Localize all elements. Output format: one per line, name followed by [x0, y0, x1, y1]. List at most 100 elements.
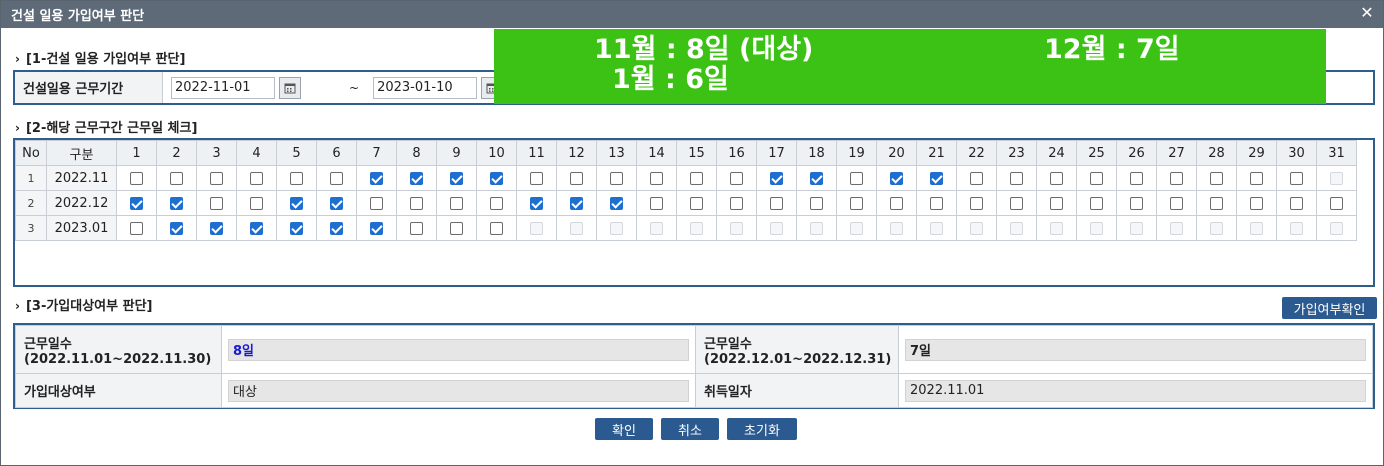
col-header-ym: 구분: [46, 140, 117, 166]
day-checkbox[interactable]: [1010, 196, 1023, 210]
day-checkbox[interactable]: [450, 171, 463, 185]
day-cell: [556, 215, 597, 241]
day-checkbox[interactable]: [770, 171, 783, 185]
day-checkbox[interactable]: [1050, 171, 1063, 185]
acquisition-date-cell: 2022.11.01: [898, 373, 1373, 408]
day-checkbox[interactable]: [330, 196, 343, 210]
days-nov-label-title: 근무일수: [24, 336, 72, 352]
day-checkbox[interactable]: [650, 171, 663, 185]
banner-december: 12월 : 7일: [1044, 34, 1180, 65]
day-checkbox[interactable]: [850, 171, 863, 185]
col-header-day: 2: [156, 140, 197, 166]
day-checkbox[interactable]: [330, 171, 343, 185]
day-checkbox: [930, 221, 943, 235]
day-checkbox[interactable]: [490, 196, 503, 210]
day-cell: [636, 215, 677, 241]
day-checkbox[interactable]: [1170, 196, 1183, 210]
day-checkbox[interactable]: [130, 221, 143, 235]
day-checkbox[interactable]: [1210, 196, 1223, 210]
day-checkbox[interactable]: [1090, 196, 1103, 210]
day-checkbox[interactable]: [850, 196, 863, 210]
day-checkbox[interactable]: [690, 171, 703, 185]
day-checkbox[interactable]: [410, 221, 423, 235]
col-header-day: 22: [956, 140, 997, 166]
day-checkbox[interactable]: [1290, 196, 1303, 210]
cancel-button[interactable]: 취소: [661, 418, 719, 440]
day-checkbox[interactable]: [1010, 171, 1023, 185]
day-checkbox[interactable]: [610, 171, 623, 185]
day-checkbox[interactable]: [1170, 171, 1183, 185]
ok-button[interactable]: 확인: [595, 418, 653, 440]
day-checkbox[interactable]: [1130, 196, 1143, 210]
day-checkbox[interactable]: [1290, 171, 1303, 185]
day-checkbox[interactable]: [770, 196, 783, 210]
day-checkbox[interactable]: [530, 196, 543, 210]
day-checkbox[interactable]: [250, 196, 263, 210]
day-checkbox[interactable]: [170, 221, 183, 235]
day-cell: [676, 215, 717, 241]
day-checkbox: [770, 221, 783, 235]
day-checkbox[interactable]: [410, 171, 423, 185]
day-checkbox[interactable]: [1090, 171, 1103, 185]
day-checkbox[interactable]: [250, 221, 263, 235]
start-date-input[interactable]: [171, 76, 275, 99]
day-checkbox[interactable]: [970, 196, 983, 210]
day-checkbox[interactable]: [210, 196, 223, 210]
day-checkbox[interactable]: [1130, 171, 1143, 185]
day-checkbox[interactable]: [170, 196, 183, 210]
day-checkbox[interactable]: [890, 196, 903, 210]
day-checkbox[interactable]: [170, 171, 183, 185]
day-checkbox[interactable]: [490, 171, 503, 185]
day-checkbox[interactable]: [1330, 196, 1343, 210]
col-header-day: 27: [1156, 140, 1197, 166]
day-checkbox[interactable]: [290, 221, 303, 235]
day-checkbox[interactable]: [570, 171, 583, 185]
day-checkbox[interactable]: [610, 196, 623, 210]
day-checkbox[interactable]: [130, 196, 143, 210]
day-cell: [1116, 190, 1157, 216]
reset-button[interactable]: 초기화: [727, 418, 797, 440]
day-checkbox[interactable]: [1250, 171, 1263, 185]
day-cell: [596, 165, 637, 191]
day-checkbox[interactable]: [290, 171, 303, 185]
day-checkbox[interactable]: [450, 196, 463, 210]
section3-title: [3-가입대상여부 판단]: [25, 299, 153, 314]
col-header-day: 21: [916, 140, 957, 166]
day-checkbox[interactable]: [1250, 196, 1263, 210]
day-cell: [276, 165, 317, 191]
day-checkbox[interactable]: [810, 171, 823, 185]
day-checkbox[interactable]: [370, 196, 383, 210]
end-date-input[interactable]: [373, 76, 478, 99]
day-checkbox[interactable]: [370, 171, 383, 185]
day-checkbox[interactable]: [290, 196, 303, 210]
day-checkbox[interactable]: [690, 196, 703, 210]
day-checkbox[interactable]: [330, 221, 343, 235]
day-checkbox[interactable]: [1210, 171, 1223, 185]
close-icon[interactable]: ✕: [1359, 5, 1375, 21]
day-checkbox[interactable]: [1050, 196, 1063, 210]
day-checkbox[interactable]: [890, 171, 903, 185]
day-checkbox[interactable]: [730, 171, 743, 185]
day-checkbox: [1170, 221, 1183, 235]
day-checkbox[interactable]: [730, 196, 743, 210]
day-checkbox[interactable]: [490, 221, 503, 235]
day-cell: [1036, 215, 1077, 241]
day-checkbox[interactable]: [570, 196, 583, 210]
day-checkbox[interactable]: [250, 171, 263, 185]
day-checkbox[interactable]: [930, 171, 943, 185]
day-checkbox[interactable]: [210, 221, 223, 235]
day-checkbox[interactable]: [450, 221, 463, 235]
day-checkbox[interactable]: [530, 171, 543, 185]
day-checkbox[interactable]: [810, 196, 823, 210]
day-checkbox[interactable]: [410, 196, 423, 210]
check-eligibility-button[interactable]: 가입여부확인: [1282, 297, 1377, 319]
day-checkbox[interactable]: [970, 171, 983, 185]
day-checkbox[interactable]: [650, 196, 663, 210]
day-checkbox[interactable]: [130, 171, 143, 185]
col-header-day: 25: [1076, 140, 1117, 166]
start-calendar-icon[interactable]: [279, 76, 301, 99]
day-checkbox[interactable]: [210, 171, 223, 185]
day-checkbox[interactable]: [930, 196, 943, 210]
day-checkbox[interactable]: [370, 221, 383, 235]
day-checkbox: [1330, 171, 1343, 185]
